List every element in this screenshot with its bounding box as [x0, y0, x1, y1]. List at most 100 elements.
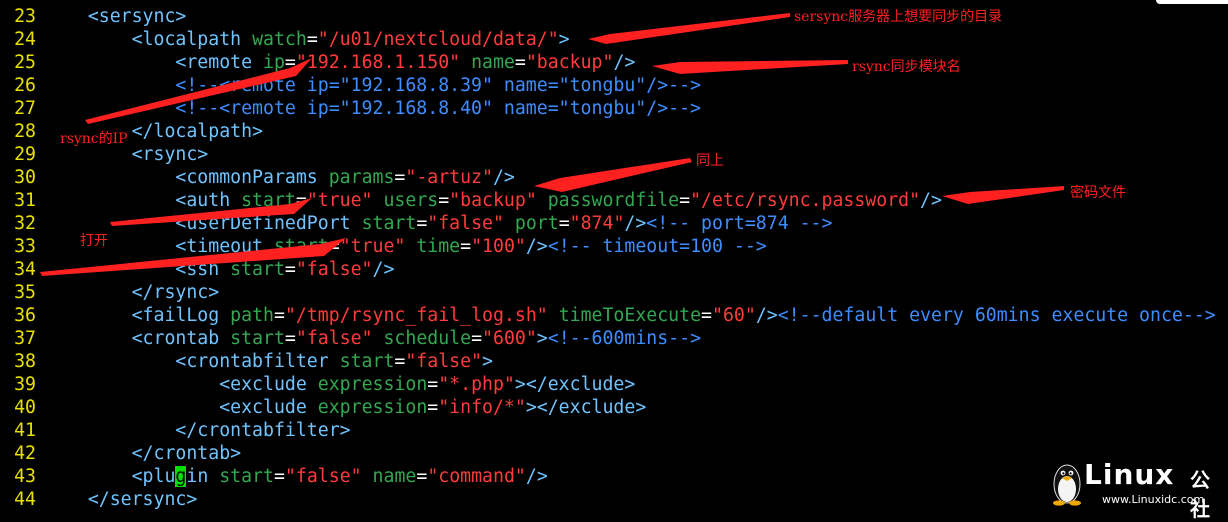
xml-value: "60" — [712, 305, 756, 326]
code-line[interactable]: 43 <plugin start="false" name="command"/… — [0, 465, 1228, 488]
xml-punct: = — [394, 167, 406, 188]
xml-attribute: expression — [317, 397, 428, 418]
code-line[interactable]: 24 <localpath watch="/u01/nextcloud/data… — [0, 28, 1228, 51]
xml-tag: /> — [525, 466, 548, 487]
code-line[interactable]: 41 </crontabfilter> — [0, 419, 1228, 442]
xml-punct: = — [284, 328, 296, 349]
xml-value: "false" — [295, 328, 373, 349]
xml-attribute: schedule — [383, 328, 472, 349]
xml-attribute: start — [273, 236, 329, 257]
xml-punct: = — [394, 351, 406, 372]
xml-attribute: timeToExecute — [558, 305, 702, 326]
xml-punct: = — [438, 190, 450, 211]
line-number: 27 — [14, 98, 36, 119]
code-line[interactable]: 34 <ssh start="false"/> — [0, 258, 1228, 281]
code-line[interactable]: 25 <remote ip="192.168.1.150" name="back… — [0, 51, 1228, 74]
xml-attribute: port — [514, 213, 559, 234]
code-line[interactable]: 30 <commonParams params="-artuz"/> — [0, 166, 1228, 189]
code-editor[interactable]: 23 <sersync> 24 <localpath watch="/u01/ne… — [0, 0, 1228, 510]
code-line[interactable]: 33 <timeout start="true" time="100"/><!-… — [0, 235, 1228, 258]
line-number: 33 — [14, 236, 36, 257]
xml-value: "*.php" — [438, 374, 515, 395]
code-line[interactable]: 37 <crontab start="false" schedule="600"… — [0, 327, 1228, 350]
xml-comment: <!--<remote ip="192.168.8.40" name="tong… — [175, 98, 701, 119]
code-line[interactable]: 32 <userDefinedPort start="false" port="… — [0, 212, 1228, 235]
xml-tag: > — [558, 29, 570, 50]
line-number: 34 — [14, 259, 36, 280]
code-line[interactable]: 27 <!--<remote ip="192.168.8.40" name="t… — [0, 97, 1228, 120]
xml-tag: <exclude — [219, 397, 318, 418]
xml-attribute: start — [361, 213, 417, 234]
xml-attribute: name — [372, 466, 417, 487]
code-line[interactable]: 38 <crontabfilter start="false"> — [0, 350, 1228, 373]
xml-value: "false" — [427, 213, 504, 234]
xml-attribute: watch — [252, 29, 307, 50]
tux-penguin-icon — [1053, 464, 1081, 506]
window-corner — [1156, 0, 1228, 4]
code-line[interactable]: 42 </crontab> — [0, 442, 1228, 465]
code-text: <!--<remote ip="192.168.8.39" name="tong… — [44, 74, 701, 97]
code-line[interactable]: 26 <!--<remote ip="192.168.8.39" name="t… — [0, 74, 1228, 97]
line-number: 41 — [14, 420, 36, 441]
xml-comment: <!-- port=874 --> — [646, 213, 833, 234]
code-text: <failLog path="/tmp/rsync_fail_log.sh" t… — [44, 304, 1216, 327]
xml-attribute: start — [230, 259, 285, 280]
line-number: 39 — [14, 374, 36, 395]
xml-value: "/etc/rsync.password" — [690, 190, 921, 211]
code-line[interactable]: 39 <exclude expression="*.php"></exclude… — [0, 373, 1228, 396]
code-line[interactable]: 28 </localpath> — [0, 120, 1228, 143]
xml-attribute: start — [241, 190, 296, 211]
xml-value: "192.168.1.150" — [295, 52, 461, 73]
xml-punct: = — [306, 29, 318, 50]
code-line[interactable]: 29 <rsync> — [0, 143, 1228, 166]
xml-punct: = — [284, 259, 296, 280]
line-number: 31 — [14, 190, 36, 211]
xml-punct — [405, 236, 416, 257]
xml-punct: = — [427, 397, 439, 418]
code-line[interactable]: 23 <sersync> — [0, 5, 1228, 28]
code-text: <localpath watch="/u01/nextcloud/data/"> — [44, 28, 570, 51]
xml-value: "backup" — [449, 190, 537, 211]
code-text: <crontabfilter start="false"> — [44, 350, 493, 373]
code-text: <remote ip="192.168.1.150" name="backup"… — [44, 51, 635, 74]
line-number: 44 — [14, 489, 36, 510]
code-text: </crontab> — [44, 442, 242, 465]
xml-punct — [548, 305, 559, 326]
code-text: <!--<remote ip="192.168.8.40" name="tong… — [44, 97, 701, 120]
xml-punct: = — [416, 213, 428, 234]
line-number: 32 — [14, 213, 36, 234]
xml-tag: <sersync> — [87, 6, 187, 27]
code-line[interactable]: 44 </sersync> — [0, 488, 1228, 511]
xml-comment: <!--default every 60mins execute once--> — [777, 305, 1216, 326]
code-line[interactable]: 31 <auth start="true" users="backup" pas… — [0, 189, 1228, 212]
xml-punct: = — [679, 190, 691, 211]
code-text: <commonParams params="-artuz"/> — [44, 166, 514, 189]
xml-attribute: time — [416, 236, 461, 257]
xml-tag: <localpath — [131, 29, 253, 50]
code-line[interactable]: 35 </rsync> — [0, 281, 1228, 304]
xml-value: "false" — [295, 259, 373, 280]
logo-text: Linux — [1084, 458, 1175, 491]
xml-tag: in — [186, 466, 220, 487]
annotation-same: 同上 — [696, 153, 724, 169]
xml-tag: <ssh — [175, 259, 231, 280]
code-line[interactable]: 36 <failLog path="/tmp/rsync_fail_log.sh… — [0, 304, 1228, 327]
xml-attribute: expression — [317, 374, 428, 395]
xml-tag: /> — [755, 305, 778, 326]
xml-value: "false" — [284, 466, 362, 487]
xml-punct: = — [471, 328, 483, 349]
code-text: </crontabfilter> — [44, 419, 350, 442]
code-line[interactable]: 40 <exclude expression="info/*"></exclud… — [0, 396, 1228, 419]
xml-tag: </sersync> — [87, 489, 198, 510]
xml-tag: /> — [372, 259, 395, 280]
xml-value: "info/*" — [438, 397, 526, 418]
xml-punct: = — [416, 466, 428, 487]
xml-tag: /> — [613, 52, 636, 73]
xml-tag: <failLog — [131, 305, 231, 326]
